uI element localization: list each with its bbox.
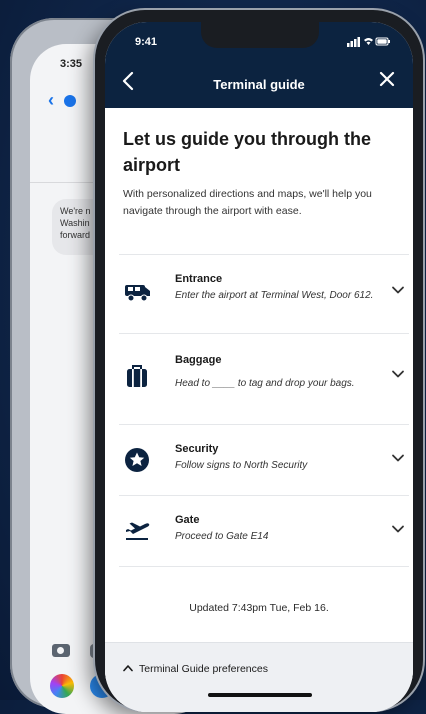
guide-steps-list: Entrance Enter the airport at Terminal W… — [119, 254, 409, 567]
step-gate[interactable]: Gate Proceed to Gate E14 — [119, 496, 409, 567]
navigation-bar: 9:41 Terminal guide — [105, 22, 413, 108]
preferences-toggle[interactable]: Terminal Guide preferences — [123, 663, 268, 675]
contact-avatar-icon — [64, 95, 76, 107]
headline: Let us guide you through the airport — [123, 129, 371, 175]
step-description: Follow signs to North Security — [175, 460, 308, 471]
background-status-time: 3:35 — [60, 58, 83, 70]
baggage-icon — [123, 362, 153, 392]
status-time: 9:41 — [135, 36, 158, 48]
step-title: Baggage — [175, 354, 222, 366]
step-description: Head to ____ to tag and drop your bags. — [175, 378, 355, 389]
preferences-label: Terminal Guide preferences — [139, 663, 268, 675]
chevron-down-icon[interactable] — [391, 522, 405, 536]
step-description: Enter the airport at Terminal West, Door… — [175, 290, 374, 301]
security-star-icon — [123, 445, 153, 475]
close-icon — [379, 71, 395, 87]
home-indicator[interactable] — [208, 693, 312, 697]
terminal-guide-content: Let us guide you through the airport Wit… — [105, 108, 413, 712]
photos-app-icon — [50, 674, 74, 698]
footer-bar: Terminal Guide preferences — [105, 642, 413, 712]
notch — [201, 22, 319, 48]
step-title: Gate — [175, 514, 200, 526]
step-title: Entrance — [175, 273, 223, 285]
camera-icon — [52, 644, 70, 657]
status-icons — [347, 36, 391, 50]
chevron-down-icon[interactable] — [391, 283, 405, 297]
bus-icon — [123, 277, 153, 307]
step-entrance[interactable]: Entrance Enter the airport at Terminal W… — [119, 254, 409, 334]
signal-wifi-battery-icon — [347, 37, 390, 47]
last-updated-text: Updated 7:43pm Tue, Feb 16. — [189, 602, 329, 614]
intro-text: With personalized directions and maps, w… — [123, 188, 372, 217]
back-chevron-icon: ‹ — [48, 90, 54, 110]
chevron-up-icon — [123, 663, 133, 675]
foreground-phone: 9:41 Terminal guide Let us guide you thr… — [95, 10, 423, 712]
close-button[interactable] — [375, 69, 399, 95]
chevron-down-icon[interactable] — [391, 451, 405, 465]
step-baggage[interactable]: Baggage Head to ____ to tag and drop you… — [119, 334, 409, 425]
page-title: Terminal guide — [213, 77, 305, 92]
step-security[interactable]: Security Follow signs to North Security — [119, 425, 409, 496]
chevron-down-icon[interactable] — [391, 367, 405, 381]
phone-screen: 9:41 Terminal guide Let us guide you thr… — [105, 22, 413, 712]
step-title: Security — [175, 443, 219, 455]
airplane-departure-icon — [123, 516, 153, 546]
step-description: Proceed to Gate E14 — [175, 531, 269, 542]
